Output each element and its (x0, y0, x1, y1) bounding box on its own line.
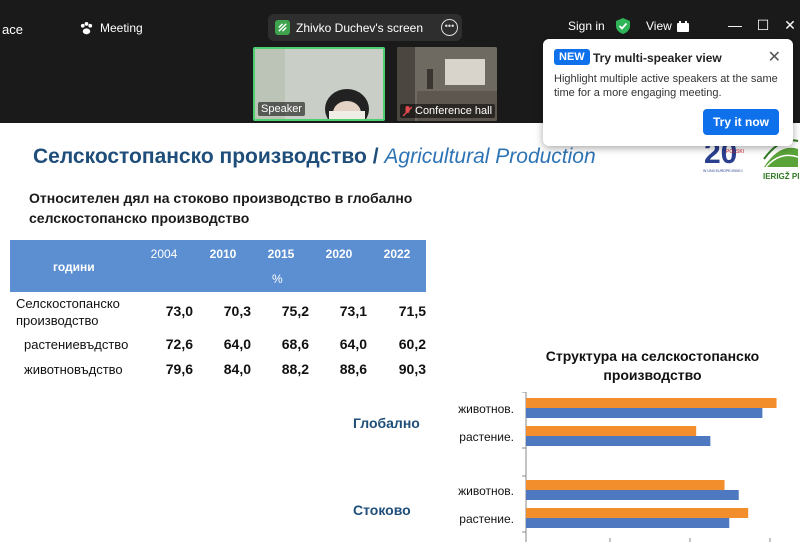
logo-text-2: POLSKI (726, 149, 744, 155)
table-cell: 71,5 (398, 303, 426, 319)
screen-share-label: Zhivko Duchev's screen (296, 20, 424, 35)
logo-text-4: IERIGŽ PIB (763, 172, 800, 181)
unit-label: % (272, 272, 283, 286)
chart-category-label: растение. (459, 512, 514, 526)
meeting-label: Meeting (100, 21, 143, 35)
chart-title: Структура на селскостопанско производств… (545, 348, 760, 383)
slide-title-en: Agricultural Production (384, 145, 596, 168)
minimize-button[interactable]: — (723, 14, 747, 36)
chart-bar (526, 436, 711, 446)
table-cell: 64,0 (339, 336, 367, 352)
close-window-button[interactable]: ✕ (778, 14, 800, 36)
table-cell: 70,3 (223, 303, 251, 319)
year-header: 2015 (267, 247, 295, 261)
slide-title-bg: Селскостопанско производство (33, 145, 367, 168)
table-row-header: години (53, 260, 95, 274)
popup-close-icon[interactable]: ✕ (768, 47, 781, 67)
year-header: 2022 (383, 247, 411, 261)
chart-category-label: растение. (459, 430, 514, 444)
table-cell: 68,6 (281, 336, 309, 352)
structure-bar-chart: животнов. растение. животнов. растение. (458, 392, 777, 542)
multi-speaker-popup: NEW Try multi-speaker view ✕ Highlight m… (543, 39, 793, 146)
table-cell: 73,0 (165, 303, 193, 319)
row-label: Селскостопанско производство (16, 296, 120, 328)
participant-name-tag: Speaker (258, 102, 305, 116)
table-header: години 2004 2010 2015 2020 2022 % (10, 240, 426, 292)
try-it-now-button[interactable]: Try it now (703, 109, 779, 135)
screen-share-indicator[interactable]: Zhivko Duchev's screen ••• (268, 14, 462, 41)
new-badge: NEW (554, 49, 590, 65)
security-shield-icon[interactable] (615, 17, 631, 35)
table-cell: 72,6 (165, 336, 193, 352)
table-cell: 73,1 (339, 303, 367, 319)
chart-bar (526, 480, 725, 490)
table-cell: 75,2 (281, 303, 309, 319)
grid-view-icon (676, 20, 689, 32)
slide-subtitle: Относителен дял на стоково производство … (29, 190, 413, 226)
chart-bar (526, 518, 730, 528)
sign-in-link[interactable]: Sign in (568, 19, 605, 33)
meeting-menu[interactable]: Meeting (79, 19, 143, 37)
chart-bar (526, 490, 739, 500)
chart-bar (526, 508, 749, 518)
table-cell: 88,2 (281, 361, 309, 377)
paw-icon (80, 21, 93, 34)
table-cell: 90,3 (398, 361, 426, 377)
chart-bar (526, 398, 777, 408)
slide-title: Селскостопанско производство / Agricultu… (33, 145, 596, 169)
table-cell: 84,0 (223, 361, 251, 377)
view-label: View (646, 19, 672, 33)
year-header: 2020 (325, 247, 353, 261)
window-title: ace (2, 22, 23, 37)
group-label-global: Глобално (353, 415, 420, 431)
table-cell: 88,6 (339, 361, 367, 377)
group-label-commodity: Стоково (353, 502, 411, 518)
chart-category-label: животнов. (458, 484, 514, 498)
share-app-icon (275, 20, 290, 35)
chart-category-label: животнов. (458, 402, 514, 416)
table-row: животновъдство 79,6 84,0 88,2 88,6 90,3 (10, 360, 426, 380)
view-menu[interactable]: View (646, 19, 689, 33)
table-cell: 64,0 (223, 336, 251, 352)
row-label: животновъдство (24, 362, 123, 377)
table-cell: 60,2 (398, 336, 426, 352)
table-row: растениевъдство 72,6 64,0 68,6 64,0 60,2 (10, 335, 426, 355)
mic-muted-icon (403, 105, 412, 117)
chart-bar (526, 408, 763, 418)
more-options-icon[interactable]: ••• (441, 19, 458, 36)
popup-title: Try multi-speaker view (593, 51, 722, 65)
slide-title-separator: / (372, 145, 379, 168)
row-label: растениевъдство (24, 337, 129, 352)
participant-name-tag: Conference hall (400, 104, 496, 118)
participant-tile-speaker[interactable]: Speaker (253, 47, 385, 121)
popup-description: Highlight multiple active speakers at th… (554, 73, 778, 99)
chart-bar (526, 426, 697, 436)
maximize-button[interactable]: ☐ (751, 14, 775, 36)
year-header: 2004 (150, 247, 178, 261)
participant-tile-conference-hall[interactable]: Conference hall (397, 47, 497, 121)
table-row: Селскостопанско производство 73,0 70,3 7… (10, 295, 426, 331)
year-header: 2010 (209, 247, 237, 261)
logo-text-3: W UNII EUROPEJSKIEJ (703, 169, 743, 173)
table-cell: 79,6 (165, 361, 193, 377)
